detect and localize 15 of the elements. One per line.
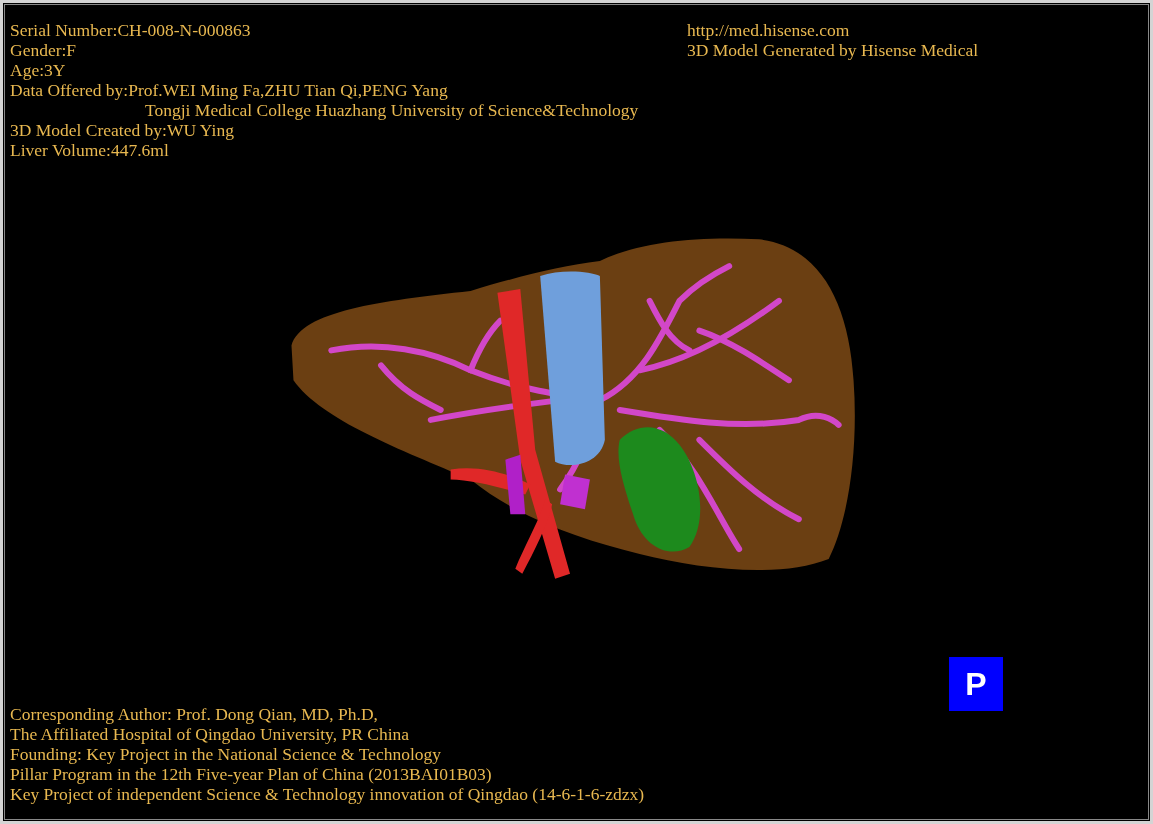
credit-text: The Affiliated Hospital of Qingdao University, PR China [10,724,411,744]
credit-text: Pillar Program in the 12th Five-year Plan of China (2013BAI01B03) [10,764,493,784]
info-text: Age:3Y [10,60,67,80]
info-text: Liver Volume:447.6ml [10,140,170,160]
projection-button[interactable]: P [949,657,1003,711]
info-text: Serial Number:CH-008-N-000863 [10,20,252,40]
credit-text: Key Project of independent Science & Technology innovation of Qingdao (14-6-1-6-zdzx) [10,784,645,804]
info-text: Tongji Medical College Huazhang University of Science&Technology [144,100,639,120]
info-text: 3D Model Generated by Hisense Medical [687,40,980,60]
credit-text: Founding: Key Project in the National Science & Technology [10,744,442,764]
info-text: Data Offered by:Prof.WEI Ming Fa,ZHU Tian Qi,PENG Yang [10,80,449,100]
credit-text: Corresponding Author: Prof. Dong Qian, MD, Ph.D, [10,704,379,724]
info-text: http://med.hisense.com [687,20,851,40]
info-text: Gender:F [10,40,78,60]
info-text: 3D Model Created by:WU Ying [10,120,235,140]
